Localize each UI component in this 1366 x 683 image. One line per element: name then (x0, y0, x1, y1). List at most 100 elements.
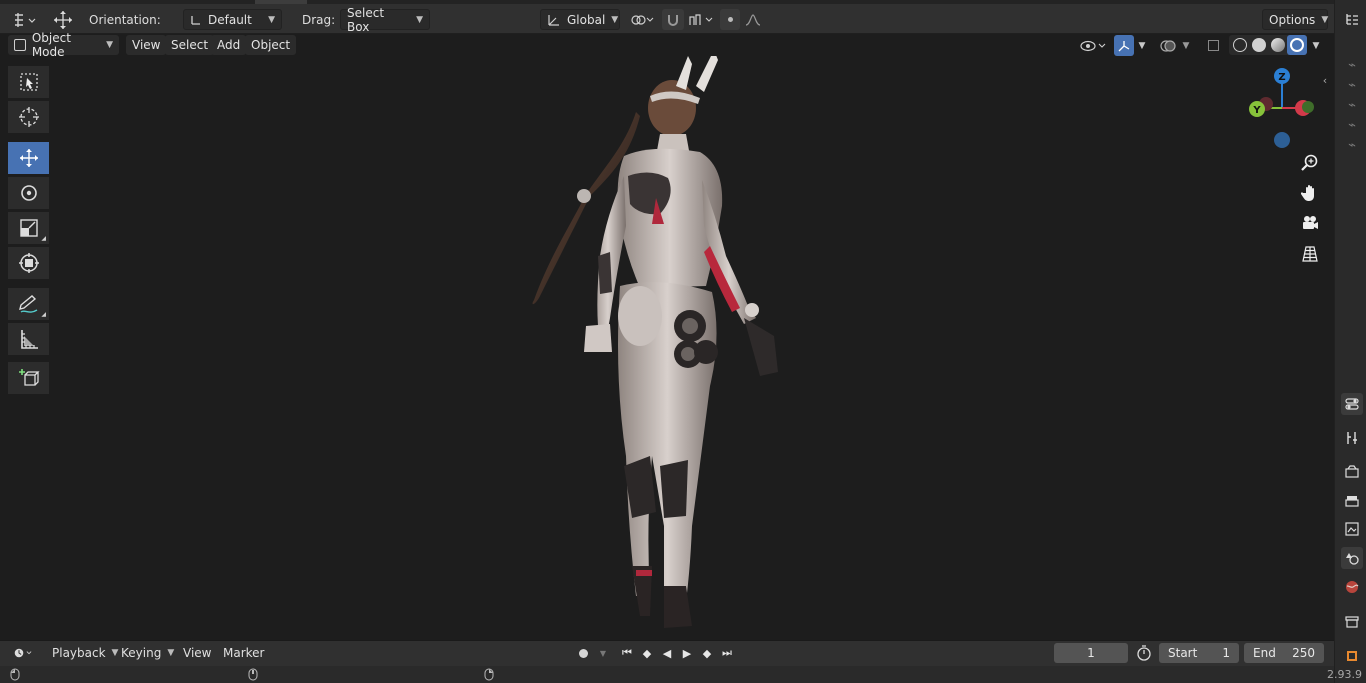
cursor-icon (18, 107, 39, 127)
snap-target-dropdown[interactable] (686, 9, 716, 30)
workspace-tab-active[interactable] (255, 0, 307, 4)
mouse-middle-icon (248, 668, 258, 681)
object-properties-icon[interactable] (1341, 645, 1363, 667)
orientation-icon (191, 15, 200, 25)
annotate-icon (18, 295, 37, 313)
menu-select[interactable]: Select (165, 35, 215, 55)
world-properties-icon[interactable] (1341, 576, 1363, 598)
measure-tool[interactable] (8, 323, 49, 355)
magnet-icon (668, 14, 678, 26)
chevron-down-icon: ▼ (268, 14, 275, 25)
chevron-down-icon: ▼ (167, 648, 175, 658)
timeline-view-menu[interactable]: View (177, 643, 217, 663)
properties-toggle-icon[interactable] (1341, 393, 1363, 415)
drag-label: Drag: (302, 12, 336, 27)
current-frame-field[interactable]: 1 (1054, 643, 1128, 663)
sidebar-toggle-chevron-icon[interactable]: ‹ (1318, 68, 1332, 92)
zoom-icon[interactable] (1298, 151, 1322, 175)
workspace-tab-strip (0, 0, 1334, 4)
mouse-right-icon (484, 668, 494, 681)
record-button[interactable] (574, 645, 592, 661)
solid-shading-icon[interactable] (1252, 38, 1266, 52)
add-cube-tool[interactable] (8, 362, 49, 394)
visibility-dropdown[interactable] (1077, 35, 1109, 56)
snap-toggle[interactable] (662, 9, 684, 30)
falloff-dropdown[interactable] (742, 9, 764, 30)
scale-tool[interactable]: ◢ (8, 212, 49, 244)
overlays-dropdown[interactable]: ▼ (1178, 35, 1194, 56)
keyframe-icon: ⌁ (1348, 117, 1356, 133)
preview-range-toggle[interactable] (1134, 645, 1154, 661)
pivot-point-button[interactable] (627, 9, 657, 30)
prev-keyframe-icon: ◆ (642, 646, 652, 660)
mouse-left-icon (10, 668, 20, 681)
falloff-curve-icon (745, 13, 761, 26)
add-cube-icon (18, 369, 40, 386)
start-label: Start (1168, 646, 1198, 660)
drag-dropdown[interactable]: Select Box ▼ (340, 6, 430, 34)
xray-toggle[interactable] (1203, 35, 1223, 56)
playback-menu[interactable]: Playback ▼ (46, 643, 124, 663)
jump-start-button[interactable]: ⏮ (618, 645, 636, 661)
menu-add[interactable]: Add (211, 35, 247, 55)
menu-object[interactable]: Object (245, 35, 297, 55)
scene-properties-icon[interactable] (1341, 547, 1363, 569)
keying-menu[interactable]: Keying ▼ (115, 643, 180, 663)
end-frame-field[interactable]: End 250 (1244, 643, 1324, 663)
overlays-toggle[interactable] (1158, 35, 1178, 56)
chevron-down-icon: ▼ (1321, 14, 1329, 25)
collection-properties-icon[interactable] (1341, 611, 1363, 633)
prev-keyframe-button[interactable]: ◆ (638, 645, 656, 661)
orientation-value: Default (208, 12, 252, 27)
annotate-tool[interactable]: ◢ (8, 288, 49, 320)
start-frame-field[interactable]: Start 1 (1159, 643, 1239, 663)
mode-dropdown[interactable]: Object Mode ▼ (8, 31, 119, 59)
wireframe-shading-icon[interactable] (1233, 38, 1247, 52)
cursor-tool[interactable] (8, 101, 49, 133)
transform-orientation-dropdown[interactable]: Global ▼ (540, 9, 620, 30)
chevron-down-icon: ▼ (1182, 40, 1190, 51)
view-layer-properties-icon[interactable] (1341, 518, 1363, 540)
tool-properties-icon[interactable] (1341, 427, 1363, 449)
mode-value: Object Mode (31, 31, 71, 59)
move-tool[interactable] (8, 142, 49, 174)
jump-end-button[interactable]: ⏭ (718, 645, 736, 661)
transform-tool[interactable] (8, 247, 49, 279)
object-mode-icon (14, 39, 26, 51)
next-keyframe-button[interactable]: ◆ (698, 645, 716, 661)
rotate-icon (20, 185, 37, 201)
editor-type-button[interactable] (10, 9, 40, 30)
stopwatch-icon (1137, 645, 1151, 661)
rendered-shading-button[interactable] (1287, 35, 1307, 55)
navigation-gizmo[interactable]: Z Y (1238, 60, 1322, 152)
proportional-editing-toggle[interactable] (720, 9, 740, 30)
play-reverse-button[interactable]: ◀ (658, 645, 676, 661)
jump-start-icon: ⏮ (622, 646, 632, 659)
output-properties-icon[interactable] (1341, 490, 1363, 512)
material-preview-icon[interactable] (1271, 38, 1285, 52)
chevron-down-icon: ▼ (416, 14, 423, 25)
gizmo-dropdown[interactable]: ▼ (1134, 35, 1150, 56)
timeline-editor-type-button[interactable] (8, 643, 40, 663)
3d-viewport[interactable] (0, 56, 1334, 638)
render-properties-icon[interactable] (1341, 461, 1363, 483)
select-box-tool[interactable] (8, 66, 49, 98)
outliner-icon[interactable] (1341, 8, 1363, 30)
keyframe-icon: ⌁ (1348, 77, 1356, 93)
rotate-tool[interactable] (8, 177, 49, 209)
gizmo-y-label: Y (1252, 105, 1261, 116)
menu-view[interactable]: View (126, 35, 167, 55)
perspective-grid-icon[interactable] (1298, 242, 1322, 266)
gizmo-toggle[interactable] (1114, 35, 1134, 56)
global-axes-icon (548, 14, 559, 26)
rendered-shading-icon (1290, 38, 1304, 52)
shading-dropdown[interactable]: ▼ (1308, 35, 1324, 56)
play-button[interactable]: ▶ (678, 645, 696, 661)
pan-hand-icon[interactable] (1298, 181, 1322, 205)
marker-menu[interactable]: Marker (217, 643, 270, 663)
overlays-icon (1160, 39, 1176, 52)
orientation-dropdown[interactable]: Default ▼ (183, 9, 282, 30)
options-dropdown[interactable]: Options ▼ (1262, 9, 1328, 30)
camera-view-icon[interactable] (1298, 211, 1322, 235)
auto-key-dropdown[interactable]: ▼ (594, 645, 612, 661)
